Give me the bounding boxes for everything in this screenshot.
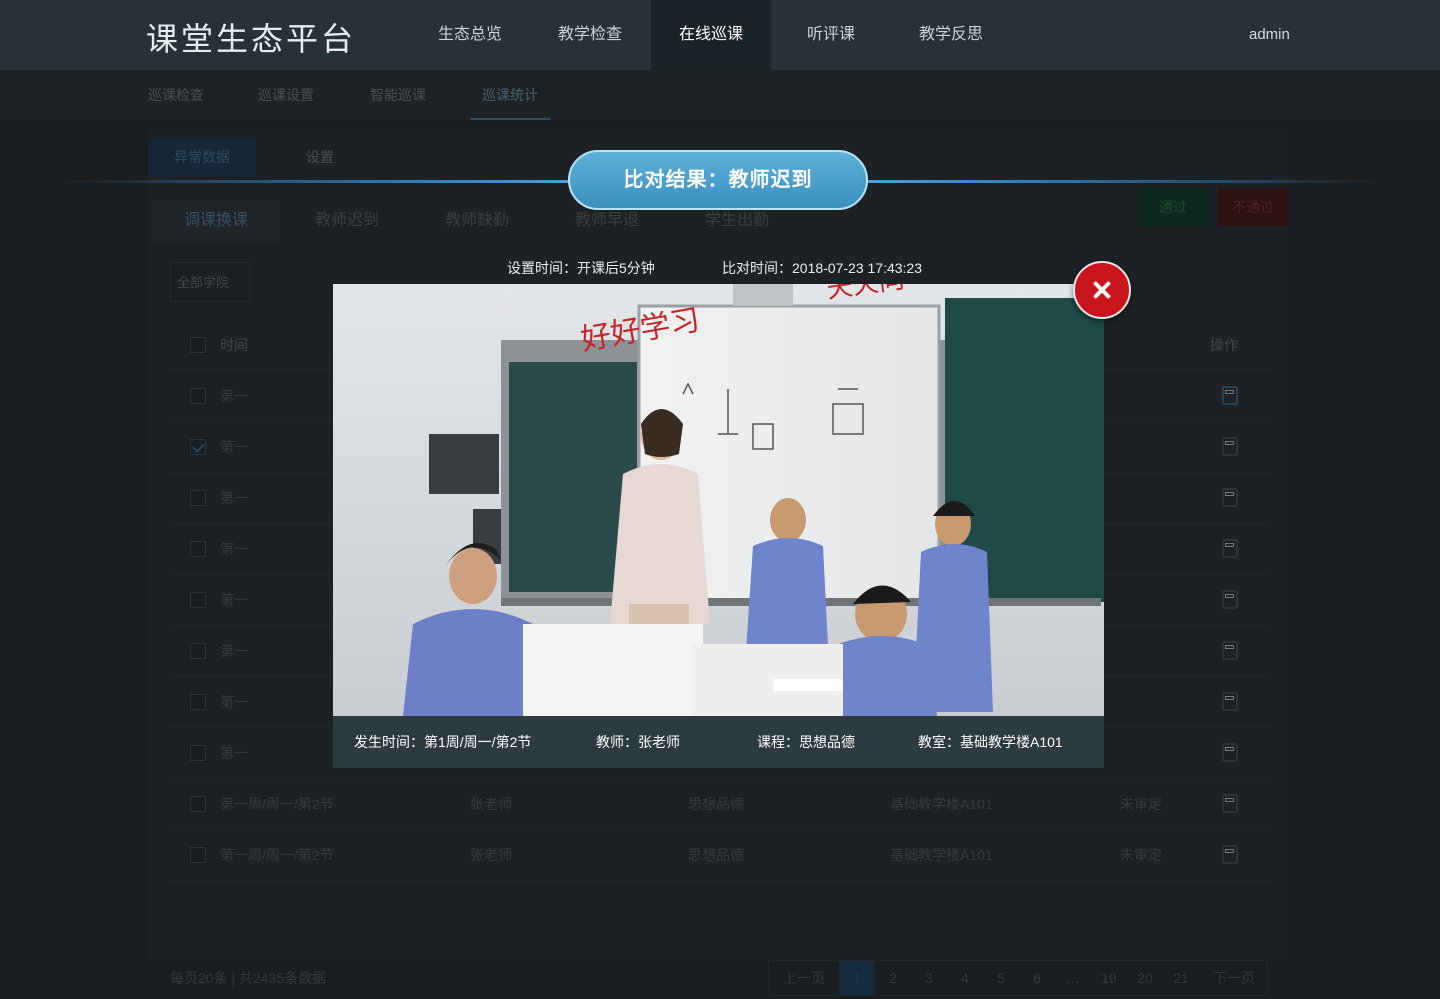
app-logo: 课堂生态平台 — [146, 21, 357, 57]
snapshot-info-bar: 发生时间：第1周/周一/第2节 教师：张老师 课程：思想品德 教室：基础教学楼A… — [333, 716, 1104, 768]
snapshot-image: 好好学习 天天向 — [333, 284, 1104, 716]
nav-teaching-check[interactable]: 教学检查 — [530, 0, 650, 70]
course-info: 课程：思想品德 — [757, 734, 855, 750]
set-time-text: 设置时间：开课后5分钟 — [507, 260, 655, 276]
compare-time-text: 比对时间：2018-07-23 17:43:23 — [722, 260, 922, 276]
room-info: 教室：基础教学楼A101 — [918, 734, 1063, 750]
nav-lesson-review[interactable]: 听评课 — [771, 0, 891, 70]
occur-time: 发生时间：第1周/周一/第2节 — [354, 734, 532, 750]
nav-teaching-reflection[interactable]: 教学反思 — [891, 0, 1011, 70]
user-menu[interactable]: admin — [1249, 0, 1290, 70]
nav-overview[interactable]: 生态总览 — [410, 0, 530, 70]
teacher-info: 教师：张老师 — [596, 734, 680, 750]
nav-online-patrol[interactable]: 在线巡课 — [651, 0, 771, 70]
result-title: 比对结果：教师迟到 — [568, 150, 868, 210]
close-icon[interactable] — [1073, 261, 1131, 319]
top-navbar: 课堂生态平台 生态总览 教学检查 在线巡课 听评课 教学反思 admin — [0, 0, 1440, 70]
